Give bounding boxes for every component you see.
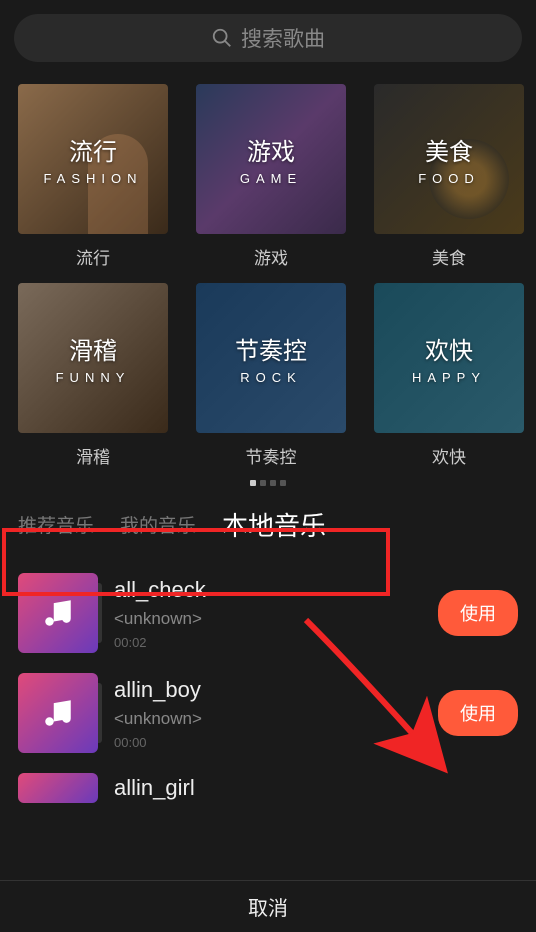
- category-title-en: GAME: [240, 171, 302, 186]
- song-duration: 00:02: [114, 635, 422, 650]
- category-title-cn: 流行: [69, 132, 117, 167]
- song-artwork: [18, 773, 98, 803]
- category-item[interactable]: 节奏控 ROCK 节奏控: [196, 283, 346, 468]
- category-item[interactable]: 滑稽 FUNNY 滑稽: [18, 283, 168, 468]
- category-title-cn: 节奏控: [235, 331, 307, 366]
- category-item[interactable]: 美食 FOOD 美食: [374, 84, 524, 269]
- use-button[interactable]: 使用: [438, 590, 518, 636]
- category-grid: 流行 FASHION 流行 游戏 GAME 游戏 美食 FOOD 美食 滑稽 F…: [0, 76, 536, 468]
- music-note-icon: [41, 696, 75, 730]
- category-label: 节奏控: [246, 443, 297, 468]
- category-title-en: FUNNY: [56, 370, 131, 385]
- song-info: allin_girl: [114, 775, 518, 801]
- category-title-cn: 游戏: [247, 132, 295, 167]
- category-label: 游戏: [254, 244, 288, 269]
- music-tabs: 推荐音乐 我的音乐 本地音乐: [0, 486, 536, 557]
- song-title: allin_girl: [114, 775, 518, 801]
- category-label: 欢快: [432, 443, 466, 468]
- category-title-en: FASHION: [43, 171, 142, 186]
- category-title-en: HAPPY: [412, 370, 486, 385]
- song-info: all_check <unknown> 00:02: [114, 577, 422, 650]
- category-tile-happy: 欢快 HAPPY: [374, 283, 524, 433]
- song-title: allin_boy: [114, 677, 422, 703]
- category-title-en: ROCK: [240, 370, 302, 385]
- song-duration: 00:00: [114, 735, 422, 750]
- category-title-en: FOOD: [418, 171, 480, 186]
- search-placeholder: 搜索歌曲: [241, 23, 325, 53]
- tab-recommended[interactable]: 推荐音乐: [18, 511, 94, 538]
- search-icon: [211, 27, 233, 49]
- category-tile-funny: 滑稽 FUNNY: [18, 283, 168, 433]
- song-info: allin_boy <unknown> 00:00: [114, 677, 422, 750]
- category-label: 流行: [76, 244, 110, 269]
- category-tile-food: 美食 FOOD: [374, 84, 524, 234]
- category-title-cn: 美食: [425, 132, 473, 167]
- song-item[interactable]: allin_girl: [18, 763, 518, 803]
- category-tile-game: 游戏 GAME: [196, 84, 346, 234]
- category-tile-rock: 节奏控 ROCK: [196, 283, 346, 433]
- song-artist: <unknown>: [114, 609, 422, 629]
- song-artwork: [18, 573, 98, 653]
- music-note-icon: [41, 596, 75, 630]
- song-item[interactable]: all_check <unknown> 00:02 使用: [18, 563, 518, 663]
- use-button[interactable]: 使用: [438, 690, 518, 736]
- cancel-button[interactable]: 取消: [0, 880, 536, 932]
- search-bar[interactable]: 搜索歌曲: [14, 14, 522, 62]
- category-item[interactable]: 流行 FASHION 流行: [18, 84, 168, 269]
- category-item[interactable]: 欢快 HAPPY 欢快: [374, 283, 524, 468]
- category-title-cn: 滑稽: [69, 331, 117, 366]
- song-title: all_check: [114, 577, 422, 603]
- category-item[interactable]: 游戏 GAME 游戏: [196, 84, 346, 269]
- song-item[interactable]: allin_boy <unknown> 00:00 使用: [18, 663, 518, 763]
- category-label: 美食: [432, 244, 466, 269]
- song-artwork: [18, 673, 98, 753]
- category-tile-fashion: 流行 FASHION: [18, 84, 168, 234]
- tab-local-music[interactable]: 本地音乐: [222, 506, 326, 543]
- category-title-cn: 欢快: [425, 331, 473, 366]
- song-artist: <unknown>: [114, 709, 422, 729]
- tab-my-music[interactable]: 我的音乐: [120, 511, 196, 538]
- song-list: all_check <unknown> 00:02 使用 allin_boy <…: [0, 557, 536, 803]
- category-label: 滑稽: [76, 443, 110, 468]
- cancel-label: 取消: [248, 892, 288, 921]
